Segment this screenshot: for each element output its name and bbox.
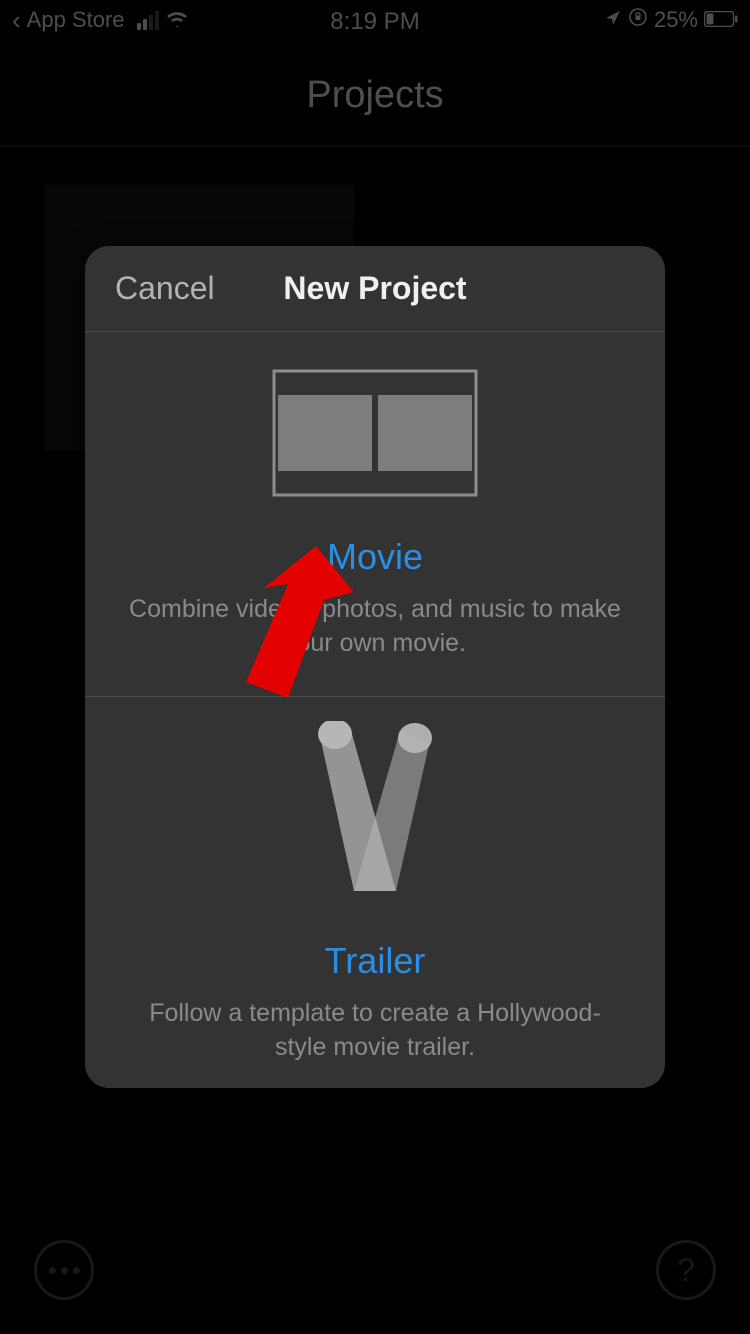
option-trailer[interactable]: Trailer Follow a template to create a Ho… <box>85 697 665 1088</box>
new-project-sheet: Cancel New Project <box>85 246 665 1088</box>
option-movie-desc: Combine videos, photos, and music to mak… <box>129 592 621 660</box>
option-movie-title: Movie <box>327 536 423 578</box>
sheet-header: Cancel New Project <box>85 246 665 332</box>
option-movie[interactable]: Movie Combine videos, photos, and music … <box>85 332 665 697</box>
filmstrip-icon <box>272 369 478 502</box>
cancel-button[interactable]: Cancel <box>85 270 215 307</box>
option-trailer-desc: Follow a template to create a Hollywood-… <box>129 996 621 1064</box>
sheet-title: New Project <box>283 270 466 307</box>
option-trailer-title: Trailer <box>325 940 426 982</box>
spotlights-icon <box>280 721 470 906</box>
